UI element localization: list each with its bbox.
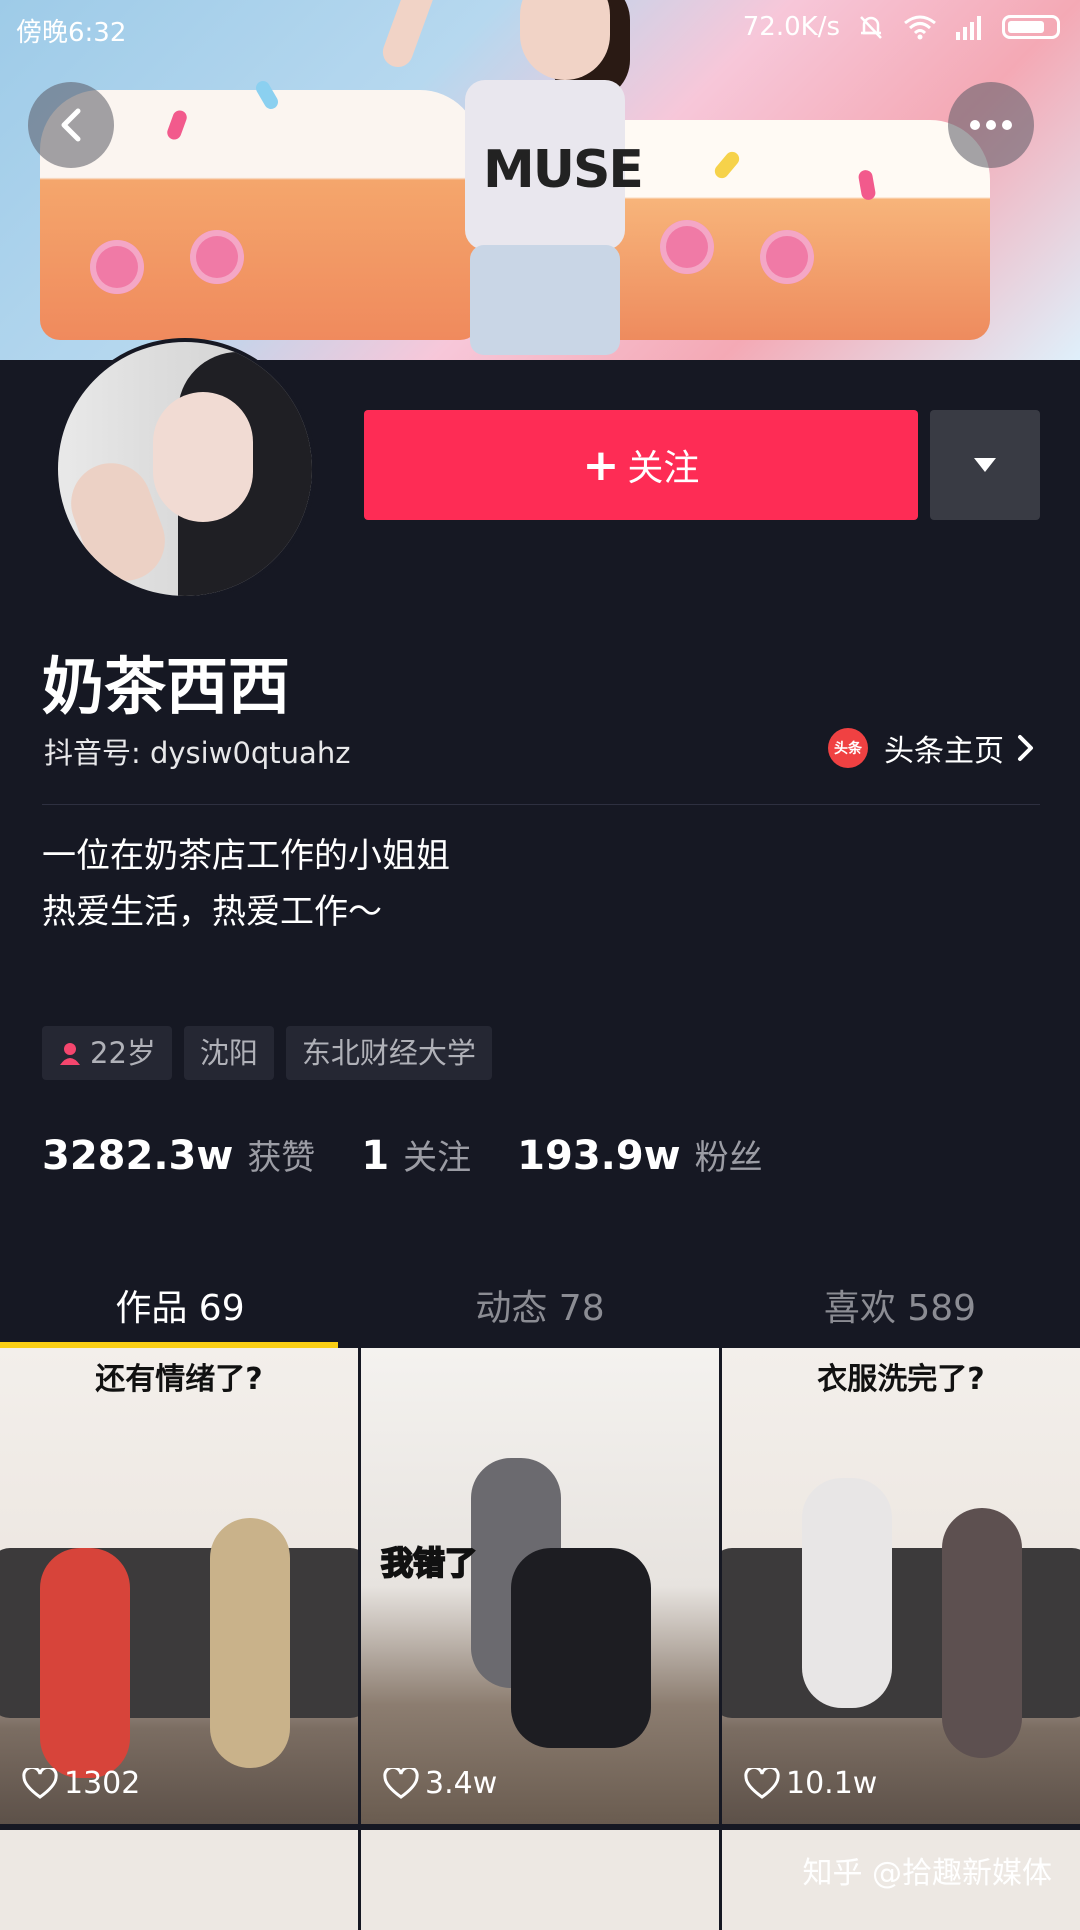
- more-options-button[interactable]: [948, 82, 1034, 168]
- douyin-id: 抖音号: dysiw0qtuahz: [44, 736, 351, 770]
- mute-bell-icon: [860, 16, 882, 39]
- video-thumbnail[interactable]: 衣服洗完了? 10.1w: [722, 1348, 1080, 1824]
- video-sticker: 我错了: [380, 1543, 478, 1583]
- video-thumbnail[interactable]: [361, 1830, 719, 1930]
- heart-icon: [383, 1767, 419, 1799]
- signal-icon: [956, 16, 981, 40]
- age-tag: 22岁: [42, 1026, 172, 1080]
- follow-label: 关注: [627, 448, 700, 489]
- video-caption: 还有情绪了?: [95, 1362, 263, 1397]
- video-thumbnail[interactable]: [0, 1830, 358, 1930]
- profile-avatar[interactable]: [54, 338, 316, 600]
- follow-button[interactable]: + 关注: [364, 410, 918, 520]
- likes-count-label: 1302: [64, 1766, 141, 1801]
- status-time: 傍晚6:32: [16, 18, 127, 48]
- cover-rose: [90, 240, 144, 294]
- cover-rose: [190, 230, 244, 284]
- watermark: 知乎 @拾趣新媒体: [802, 1856, 1052, 1891]
- heart-icon: [744, 1767, 780, 1799]
- age-label: 22岁: [90, 1036, 156, 1070]
- heart-icon: [22, 1767, 58, 1799]
- video-likes: 1302: [22, 1766, 140, 1801]
- city-tag: 沈阳: [183, 1026, 274, 1080]
- following-count[interactable]: 1: [361, 1133, 389, 1179]
- likes-count: 3282.3w: [42, 1133, 234, 1179]
- chevron-right-icon: [1018, 735, 1033, 761]
- followers-count[interactable]: 193.9w: [517, 1133, 680, 1179]
- profile-stats: 3282.3w 获赞 1 关注 193.9w 粉丝: [42, 1130, 809, 1179]
- tab-posts[interactable]: 动态 78: [360, 1262, 720, 1348]
- back-button[interactable]: [28, 82, 114, 168]
- wifi-icon: [904, 15, 936, 40]
- back-arrow-icon: [61, 108, 81, 142]
- tab-works[interactable]: 作品 69: [0, 1262, 360, 1348]
- plus-icon: +: [582, 439, 620, 491]
- network-speed: 72.0K/s: [742, 12, 840, 42]
- video-caption: 衣服洗完了?: [817, 1362, 985, 1397]
- divider: [42, 804, 1040, 805]
- bio-line: 一位在奶茶店工作的小姐姐: [42, 836, 450, 876]
- profile-bio: 一位在奶茶店工作的小姐姐 热爱生活，热爱工作～: [42, 828, 450, 940]
- video-thumbnail[interactable]: 还有情绪了? 1302: [0, 1348, 358, 1824]
- cover-rose: [660, 220, 714, 274]
- more-dots-icon: [970, 120, 1012, 130]
- triangle-down-icon: [974, 458, 996, 472]
- toutiao-logo-icon: 头条: [828, 728, 868, 768]
- bio-line: 热爱生活，热爱工作～: [42, 892, 382, 932]
- school-tag: 东北财经大学: [285, 1026, 492, 1080]
- battery-icon: [1002, 15, 1060, 39]
- video-thumbnail[interactable]: 我错了 3.4w: [361, 1348, 719, 1824]
- video-likes: 3.4w: [383, 1766, 497, 1801]
- profile-nickname: 奶茶西西: [42, 650, 291, 723]
- female-user-icon: [60, 1043, 80, 1065]
- likes-label: 获赞: [247, 1138, 316, 1178]
- toutiao-link-label: 头条主页: [884, 734, 1004, 769]
- video-likes: 10.1w: [744, 1766, 877, 1801]
- tab-likes[interactable]: 喜欢 589: [720, 1262, 1080, 1348]
- recommend-dropdown-button[interactable]: [930, 410, 1040, 520]
- likes-count-label: 3.4w: [425, 1766, 498, 1801]
- following-label[interactable]: 关注: [403, 1130, 471, 1179]
- followers-label[interactable]: 粉丝: [695, 1130, 763, 1179]
- profile-tags: 22岁 沈阳 东北财经大学: [42, 1026, 492, 1080]
- status-bar: 傍晚6:32 72.0K/s: [0, 0, 1080, 56]
- likes-count-label: 10.1w: [786, 1766, 878, 1801]
- content-tabs: 作品 69 动态 78 喜欢 589: [0, 1262, 1080, 1348]
- video-grid: 还有情绪了? 1302 我错了 3.4w 衣服洗完了? 10.1w: [0, 1348, 1080, 1930]
- toutiao-homepage-link[interactable]: 头条 头条主页: [828, 726, 1036, 770]
- cover-rose: [760, 230, 814, 284]
